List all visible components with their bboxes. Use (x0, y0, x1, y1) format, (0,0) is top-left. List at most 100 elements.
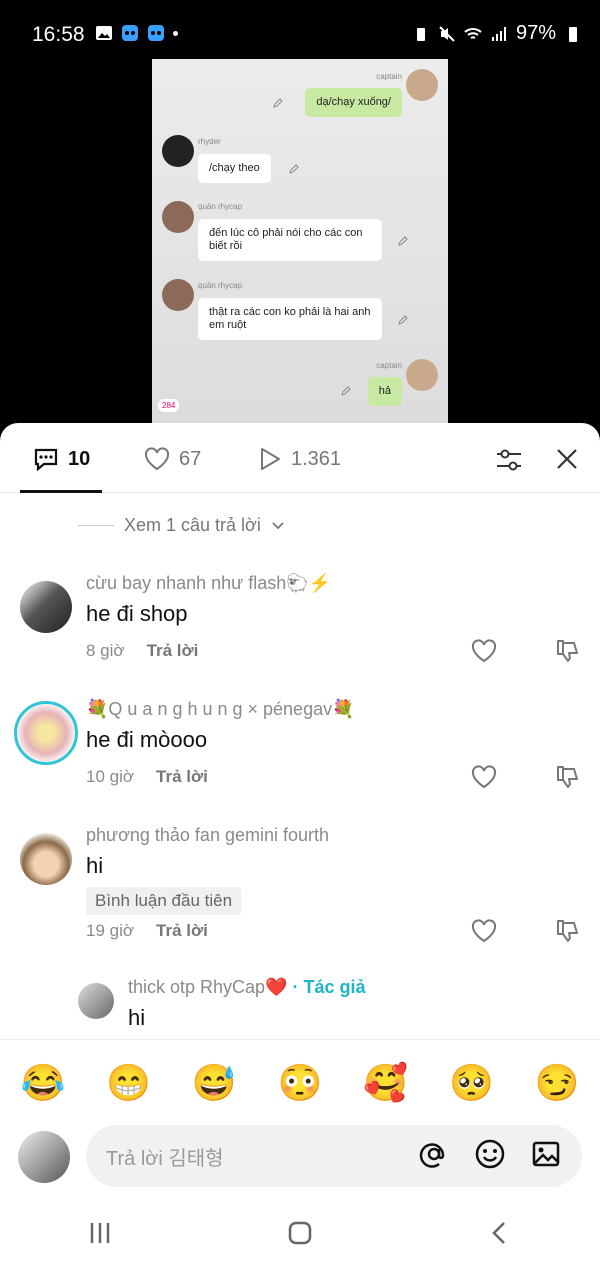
avatar[interactable] (20, 833, 72, 885)
edit-icon (398, 236, 408, 246)
dislike-icon[interactable] (554, 917, 582, 945)
comment-time: 10 giờ (86, 767, 135, 786)
emoji-button[interactable]: 😳 (278, 1062, 323, 1104)
close-icon[interactable] (555, 447, 579, 471)
reply-button[interactable]: Trả lời (147, 641, 199, 661)
reply-text: hi (128, 1005, 146, 1030)
reply-button[interactable]: Trả lời (156, 921, 208, 941)
chat-username: rhyder (198, 137, 221, 146)
play-icon (261, 448, 280, 470)
reply-input[interactable]: Trả lời 김태형 (86, 1125, 582, 1187)
comment-time: 8 giờ (86, 641, 125, 660)
app-icon (122, 25, 138, 41)
emoji-button[interactable]: 😁 (106, 1062, 151, 1104)
chat-bubble: đến lúc cô phải nói cho các con biết rồi (198, 219, 382, 261)
chat-username: quản rhycap (198, 281, 243, 290)
emoji-icon[interactable] (474, 1138, 506, 1170)
battery-saver-icon (416, 27, 425, 41)
comment-text: he đi mòooo (86, 727, 208, 752)
comment-username[interactable]: phương thảo fan gemini fourth (86, 825, 329, 846)
dislike-icon[interactable] (554, 637, 582, 665)
wifi-icon (464, 27, 482, 39)
emoji-button[interactable]: 😏 (535, 1062, 580, 1104)
signal-icon (491, 26, 506, 41)
heart-icon (144, 447, 170, 471)
reply-input-placeholder: Trả lời 김태형 (106, 1147, 224, 1170)
edit-icon (289, 164, 299, 174)
chevron-down-icon (272, 521, 284, 529)
avatar (162, 135, 194, 167)
avatar[interactable] (78, 983, 114, 1019)
first-comment-badge: Bình luận đầu tiên (86, 887, 242, 915)
avatar (406, 359, 438, 391)
comment-text: he đi shop (86, 601, 188, 626)
back-icon[interactable] (486, 1219, 514, 1247)
tab-views[interactable]: 1.361 (257, 445, 341, 473)
like-heart-icon[interactable] (470, 637, 498, 665)
view-count: 1.361 (291, 447, 342, 470)
tab-comments[interactable]: 10 (32, 445, 90, 473)
chat-username: captain (376, 72, 402, 81)
filter-icon[interactable] (494, 445, 524, 475)
home-icon[interactable] (286, 1219, 314, 1247)
tab-bar: 10 67 1.361 (0, 423, 600, 493)
dot-icon (173, 30, 178, 36)
battery-percent: 97% (515, 22, 556, 44)
recent-apps-icon[interactable] (86, 1219, 114, 1247)
video-preview[interactable]: captain dạ/chạy xuống/ rhyder /chạy theo… (152, 59, 448, 425)
comment-time: 19 giờ (86, 921, 135, 940)
avatar[interactable] (14, 701, 78, 765)
input-actions (418, 1138, 562, 1170)
emoji-quick-bar: 😂 😁 😅 😳 🥰 🥺 😏 (0, 1039, 600, 1125)
app-icon-2 (148, 25, 164, 41)
comment-meta: 10 giờ Trả lời (86, 767, 208, 787)
emoji-button[interactable]: 🥰 (363, 1062, 408, 1104)
comments-panel: 10 67 1.361 Xem 1 câu trả lời cừu bay nh… (0, 423, 600, 1267)
emoji-button[interactable]: 😅 (192, 1062, 237, 1104)
dislike-icon[interactable] (554, 763, 582, 791)
avatar[interactable] (20, 581, 72, 633)
reply-username[interactable]: thick otp RhyCap❤️ (128, 977, 287, 997)
system-icons: 97% (412, 22, 582, 45)
status-time: 16:58 (32, 23, 85, 46)
chat-bubble: dạ/chạy xuống/ (305, 88, 402, 117)
reply-button[interactable]: Trả lời (156, 767, 208, 787)
avatar (162, 201, 194, 233)
system-nav-bar (0, 1199, 600, 1267)
avatar (162, 279, 194, 311)
comment-meta: 19 giờ Trả lời (86, 921, 208, 941)
edit-icon (273, 98, 283, 108)
view-replies-button[interactable]: Xem 1 câu trả lời (78, 515, 285, 536)
video-counter: 284 (158, 399, 180, 412)
chat-bubble: thật ra các con ko phải là hai anh em ru… (198, 298, 382, 340)
chat-username: quản rhycap (198, 202, 243, 211)
chat-username: captain (376, 361, 402, 370)
tab-likes[interactable]: 67 (143, 445, 201, 473)
edit-icon (341, 386, 351, 396)
like-count: 67 (179, 447, 202, 470)
notification-icons (95, 24, 178, 42)
comment-count: 10 (68, 447, 91, 470)
reply-header: thick otp RhyCap❤️ · Tác giả (128, 977, 366, 998)
edit-icon (398, 315, 408, 325)
emoji-button[interactable]: 😂 (20, 1062, 65, 1104)
avatar (406, 69, 438, 101)
battery-icon (569, 26, 577, 42)
emoji-button[interactable]: 🥺 (449, 1062, 494, 1104)
reply-input-row: Trả lời 김태형 (0, 1125, 600, 1205)
comment-username[interactable]: cừu bay nhanh như flash🐑⚡ (86, 573, 331, 594)
image-icon[interactable] (530, 1138, 562, 1170)
chat-bubble: /chạy theo (198, 154, 271, 183)
active-tab-indicator (20, 490, 102, 493)
comment-text: hi (86, 853, 104, 878)
divider (78, 525, 114, 526)
mention-icon[interactable] (418, 1138, 450, 1170)
like-heart-icon[interactable] (470, 763, 498, 791)
comment-icon (34, 448, 58, 472)
comment-username[interactable]: 💐Q u a n g h u n g × pénegav💐 (86, 699, 355, 720)
view-replies-label: Xem 1 câu trả lời (124, 515, 261, 535)
mute-icon (439, 25, 455, 42)
author-badge: · Tác giả (292, 977, 366, 997)
chat-bubble: hả (367, 377, 402, 406)
like-heart-icon[interactable] (470, 917, 498, 945)
